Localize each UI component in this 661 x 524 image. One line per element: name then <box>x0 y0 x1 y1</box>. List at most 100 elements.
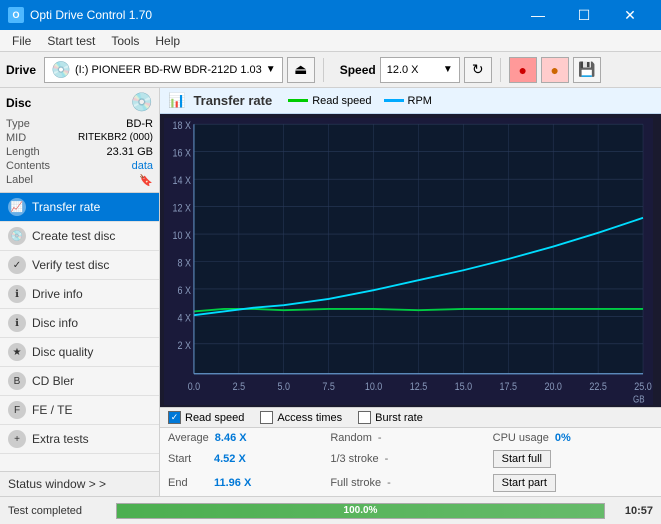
checkbox-access-times[interactable]: Access times <box>260 411 342 424</box>
nav-icon-transfer-rate: 📈 <box>8 198 26 216</box>
legend-rpm: RPM <box>384 95 432 107</box>
disc-type-value: BD-R <box>126 118 153 130</box>
menu-start-test[interactable]: Start test <box>39 32 103 50</box>
svg-text:10 X: 10 X <box>172 230 191 242</box>
checkbox-read-speed[interactable]: Read speed <box>168 411 244 424</box>
close-button[interactable]: ✕ <box>607 0 653 30</box>
legend-rpm-color <box>384 99 404 102</box>
status-text: Test completed <box>8 505 108 517</box>
burst-rate-checkbox[interactable] <box>358 411 371 424</box>
status-bar: Test completed 100.0% 10:57 <box>0 496 661 524</box>
window-controls: — ☐ ✕ <box>515 0 653 30</box>
drive-dropdown-arrow: ▼ <box>266 64 276 75</box>
nav-icon-extra-tests: + <box>8 430 26 448</box>
menu-bar: File Start test Tools Help <box>0 30 661 52</box>
speed-value: 12.0 X <box>387 64 419 76</box>
nav-icon-cd-bler: B <box>8 372 26 390</box>
nav-drive-info[interactable]: ℹ Drive info <box>0 280 159 309</box>
start-part-button[interactable]: Start part <box>493 474 556 492</box>
disc-mid-label: MID <box>6 132 26 144</box>
menu-help[interactable]: Help <box>147 32 188 50</box>
stat-1-3-stroke: 1/3 stroke - <box>330 448 490 470</box>
legend-read-speed-label: Read speed <box>312 95 371 107</box>
progress-bar-fill: 100.0% <box>117 504 604 518</box>
main-content: Disc 💿 Type BD-R MID RITEKBR2 (000) Leng… <box>0 88 661 496</box>
drive-label: Drive <box>6 63 36 77</box>
checkbox-burst-rate[interactable]: Burst rate <box>358 411 423 424</box>
nav-disc-info[interactable]: ℹ Disc info <box>0 309 159 338</box>
start-label: Start <box>168 453 208 465</box>
svg-text:10.0: 10.0 <box>365 381 383 393</box>
status-window-label: Status window > > <box>8 477 106 491</box>
chart-icon: 📊 <box>168 92 185 109</box>
nav-disc-quality[interactable]: ★ Disc quality <box>0 338 159 367</box>
svg-text:16 X: 16 X <box>172 148 191 160</box>
record-button-2[interactable]: ● <box>541 57 569 83</box>
nav-label-disc-quality: Disc quality <box>32 345 93 359</box>
read-speed-checkbox[interactable] <box>168 411 181 424</box>
app-title: Opti Drive Control 1.70 <box>30 8 152 22</box>
nav-icon-verify-test-disc: ✓ <box>8 256 26 274</box>
burst-rate-checkbox-label: Burst rate <box>375 412 423 424</box>
end-value: 11.96 X <box>214 477 264 489</box>
menu-file[interactable]: File <box>4 32 39 50</box>
record-button-1[interactable]: ● <box>509 57 537 83</box>
minimize-button[interactable]: — <box>515 0 561 30</box>
app-icon: O <box>8 7 24 23</box>
nav-create-test-disc[interactable]: 💿 Create test disc <box>0 222 159 251</box>
stat-full-stroke: Full stroke - <box>330 472 490 494</box>
stroke-1-3-label: 1/3 stroke <box>330 453 378 465</box>
random-label: Random <box>330 432 372 444</box>
svg-text:4 X: 4 X <box>177 313 191 325</box>
nav-fe-te[interactable]: F FE / TE <box>0 396 159 425</box>
save-button[interactable]: 💾 <box>573 57 601 83</box>
stat-start-full: Start full <box>493 448 653 470</box>
chart-title: Transfer rate <box>193 93 272 108</box>
random-value: - <box>378 432 382 444</box>
speed-select[interactable]: 12.0 X ▼ <box>380 57 460 83</box>
legend-read-speed: Read speed <box>288 95 371 107</box>
toolbar-separator-2 <box>500 58 501 82</box>
disc-type-label: Type <box>6 118 30 130</box>
chart-controls: Read speed Access times Burst rate <box>160 407 661 427</box>
stat-start-part: Start part <box>493 472 653 494</box>
nav-transfer-rate[interactable]: 📈 Transfer rate <box>0 193 159 222</box>
chart-header: 📊 Transfer rate Read speed RPM <box>160 88 661 114</box>
nav-verify-test-disc[interactable]: ✓ Verify test disc <box>0 251 159 280</box>
stat-cpu-usage: CPU usage 0% <box>493 430 653 446</box>
access-times-checkbox[interactable] <box>260 411 273 424</box>
disc-contents-label: Contents <box>6 160 50 172</box>
disc-label-label: Label <box>6 174 33 187</box>
maximize-button[interactable]: ☐ <box>561 0 607 30</box>
svg-text:18 X: 18 X <box>172 120 191 132</box>
stat-random: Random - <box>330 430 490 446</box>
disc-label-icon[interactable]: 🔖 <box>139 174 153 187</box>
access-times-checkbox-label: Access times <box>277 412 342 424</box>
disc-eject-icon[interactable]: 💿 <box>131 92 153 113</box>
stat-start: Start 4.52 X <box>168 448 328 470</box>
left-panel: Disc 💿 Type BD-R MID RITEKBR2 (000) Leng… <box>0 88 160 496</box>
cpu-usage-label: CPU usage <box>493 432 549 444</box>
chart-container: 18 X 16 X 14 X 12 X 10 X 8 X 6 X 4 X 2 X… <box>160 114 661 407</box>
drive-name: (I:) PIONEER BD-RW BDR-212D 1.03 <box>75 64 262 76</box>
menu-tools[interactable]: Tools <box>103 32 147 50</box>
nav-label-cd-bler: CD Bler <box>32 374 74 388</box>
nav-label-transfer-rate: Transfer rate <box>32 200 100 214</box>
nav-icon-fe-te: F <box>8 401 26 419</box>
refresh-button[interactable]: ↻ <box>464 57 492 83</box>
average-value: 8.46 X <box>215 432 265 444</box>
nav-cd-bler[interactable]: B CD Bler <box>0 367 159 396</box>
disc-mid-value: RITEKBR2 (000) <box>78 132 153 144</box>
disc-header-label: Disc <box>6 96 31 110</box>
nav-icon-drive-info: ℹ <box>8 285 26 303</box>
status-window-button[interactable]: Status window > > <box>0 471 159 496</box>
start-value: 4.52 X <box>214 453 264 465</box>
svg-text:12 X: 12 X <box>172 203 191 215</box>
nav-extra-tests[interactable]: + Extra tests <box>0 425 159 454</box>
start-full-button[interactable]: Start full <box>493 450 551 468</box>
nav-label-create-test-disc: Create test disc <box>32 229 115 243</box>
svg-text:22.5: 22.5 <box>589 381 607 393</box>
eject-button[interactable]: ⏏ <box>287 57 315 83</box>
drive-select[interactable]: 💿 (I:) PIONEER BD-RW BDR-212D 1.03 ▼ <box>44 57 283 83</box>
toolbar: Drive 💿 (I:) PIONEER BD-RW BDR-212D 1.03… <box>0 52 661 88</box>
